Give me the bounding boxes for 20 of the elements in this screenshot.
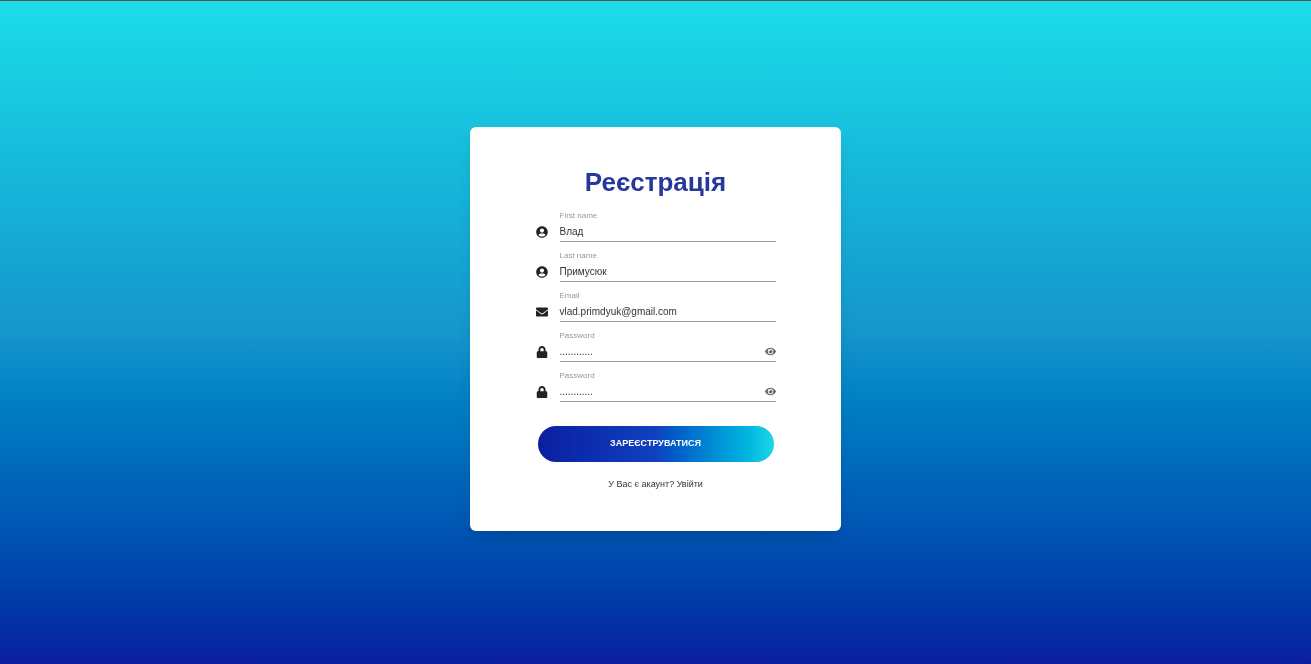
eye-icon[interactable] [764,345,776,357]
field-label: Password [559,369,596,382]
login-link[interactable]: У Вас є акаунт? Увійти [608,477,703,491]
person-icon [535,225,548,238]
input-field[interactable]: ............ [559,381,776,402]
lock-icon [535,385,548,398]
input-field[interactable]: Влад [559,221,776,242]
field-label: Password [559,329,596,342]
register-button[interactable]: ЗАРЕЄСТРУВАТИСЯ [537,425,774,462]
envelope-icon [535,305,548,318]
field-label: Email [559,289,581,302]
person-icon [535,265,548,278]
field-label: Last name [559,249,598,262]
eye-icon[interactable] [764,385,776,397]
input-field[interactable]: ............ [559,341,776,362]
field-label: First name [559,209,599,222]
input-field[interactable]: vlad.primdyuk@gmail.com [559,301,776,322]
form-title: Реєстрація [584,165,727,199]
lock-icon [535,345,548,358]
input-field[interactable]: Примусюк [559,261,776,282]
